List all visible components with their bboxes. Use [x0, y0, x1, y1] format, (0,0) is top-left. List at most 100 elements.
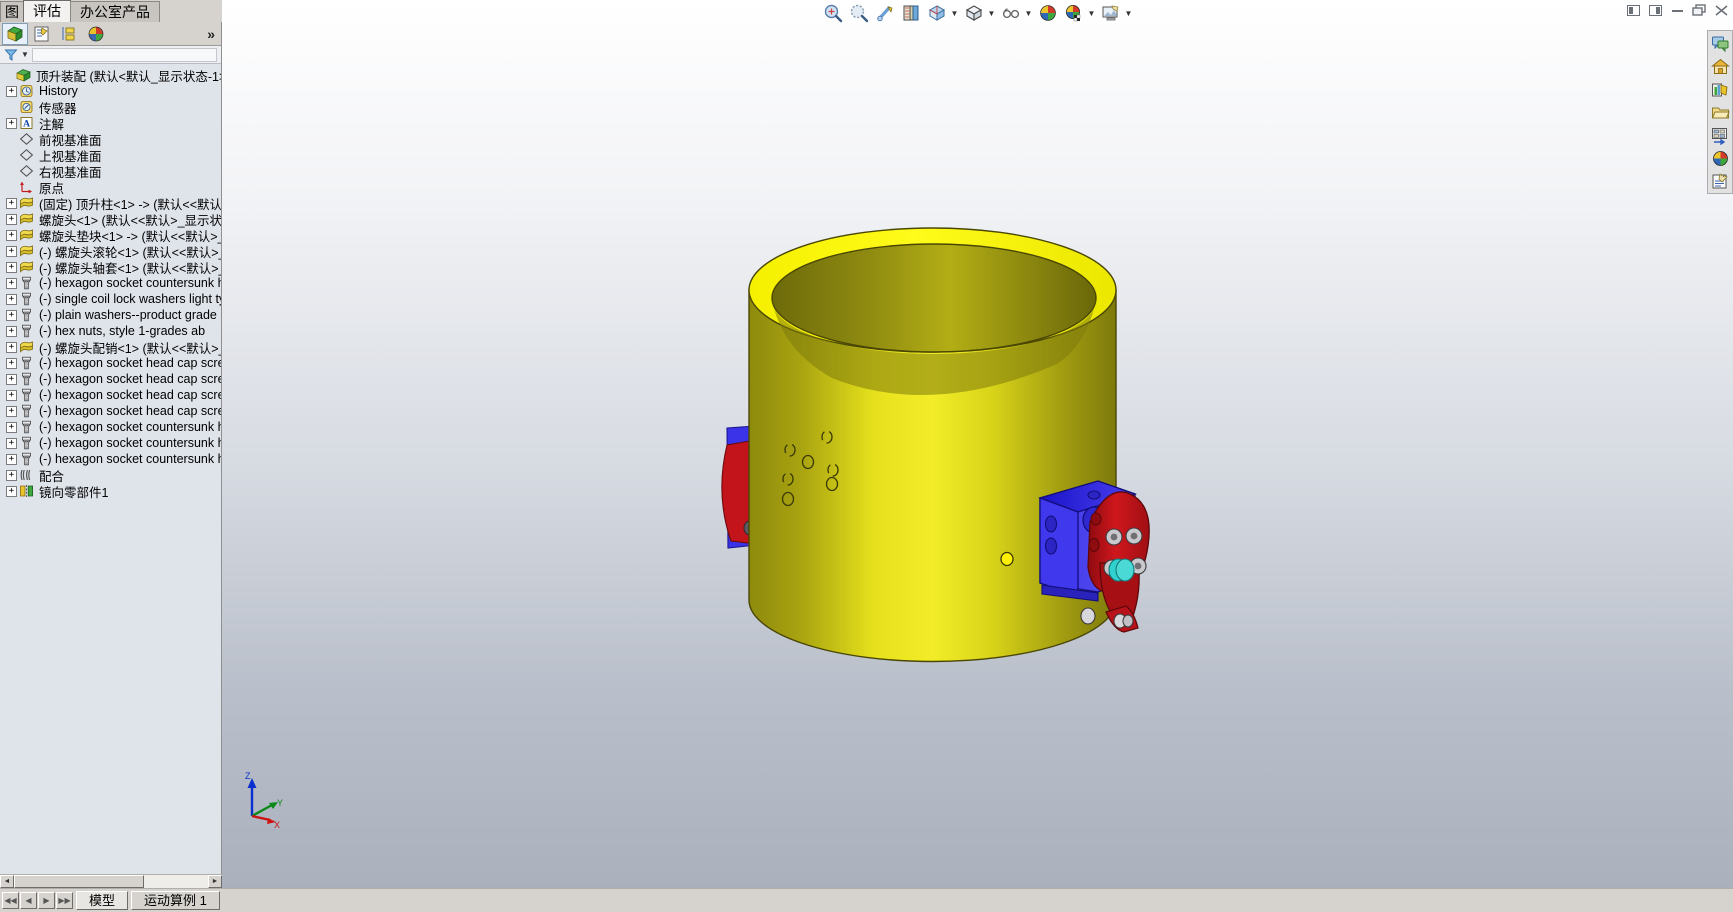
display-style-button[interactable]: ▼	[962, 2, 997, 24]
tree-item[interactable]: + (-) hexagon socket head cap screws	[0, 387, 221, 403]
display-manager-tab[interactable]	[83, 23, 109, 45]
tree-item[interactable]: 上视基准面	[0, 147, 221, 164]
tree-item[interactable]: + (-) hexagon socket countersunk head scr…	[0, 435, 221, 451]
solidworks-resources-button[interactable]	[1709, 32, 1731, 54]
filter-input[interactable]	[31, 47, 217, 62]
tree-expander[interactable]: +	[6, 453, 17, 465]
rotate-view-icon	[873, 2, 897, 24]
first-button[interactable]: ◀◀	[2, 892, 19, 909]
appearances-scenes-button[interactable]	[1709, 147, 1731, 169]
scroll-right-arrow[interactable]: ►	[208, 875, 222, 888]
search-folder-button[interactable]	[1709, 101, 1731, 123]
bolt-icon	[19, 388, 36, 403]
chevron-down-icon[interactable]: ▼	[949, 3, 960, 23]
filter-funnel-icon[interactable]	[4, 48, 18, 62]
tree-expander[interactable]: +	[6, 85, 17, 97]
tree-expander[interactable]: +	[6, 261, 17, 273]
tree-expander[interactable]: +	[6, 117, 17, 129]
chevron-down-icon[interactable]: ▼	[1123, 3, 1134, 23]
scroll-left-arrow[interactable]: ◄	[0, 875, 14, 888]
tree-item[interactable]: 传感器	[0, 99, 221, 116]
graphics-viewport[interactable]: ▼ ▼ ▼ ▼ ▼ Z Y X	[222, 0, 1733, 888]
prev-button[interactable]: ◀	[20, 892, 37, 909]
chevron-down-icon[interactable]: ▼	[1023, 3, 1034, 23]
custom-properties-button[interactable]	[1709, 170, 1731, 192]
tree-expander[interactable]: +	[6, 293, 17, 305]
assembly-model-3d[interactable]	[222, 0, 1733, 888]
tree-item[interactable]: + (-) plain washers--product grade a	[0, 307, 221, 323]
chevron-down-icon[interactable]: ▼	[1086, 3, 1097, 23]
configuration-manager-tab[interactable]	[56, 23, 82, 45]
tree-item[interactable]: 右视基准面	[0, 163, 221, 180]
restore-right-icon[interactable]	[1647, 3, 1663, 17]
tab-evaluate[interactable]: 评估	[23, 0, 71, 22]
property-manager-tab[interactable]	[29, 23, 55, 45]
tree-expander[interactable]: +	[6, 485, 17, 497]
tree-expander[interactable]: +	[6, 309, 17, 321]
bolt-icon	[22, 436, 31, 449]
tree-item[interactable]: + (-) hexagon socket head cap screws	[0, 403, 221, 419]
tree-item[interactable]: + (-) hexagon socket countersunk head scr…	[0, 419, 221, 435]
filter-dropdown-caret[interactable]: ▼	[21, 50, 29, 59]
close-icon[interactable]	[1713, 3, 1729, 17]
tree-expander[interactable]: +	[6, 197, 17, 209]
tree-expander[interactable]: +	[6, 373, 17, 385]
tree-item[interactable]: + (-) hexagon socket countersunk head scr…	[0, 451, 221, 467]
tree-item[interactable]: + 配合	[0, 467, 221, 484]
tab-office-products[interactable]: 办公室产品	[70, 1, 160, 22]
previous-view-button[interactable]	[873, 2, 897, 24]
tree-expander[interactable]: +	[6, 469, 17, 481]
tree-expander[interactable]: +	[6, 325, 17, 337]
toolbar-overflow-chevron[interactable]: »	[207, 26, 215, 42]
chevron-down-icon[interactable]: ▼	[986, 3, 997, 23]
tab-model[interactable]: 模型	[76, 891, 129, 910]
section-view-button[interactable]	[899, 2, 923, 24]
last-button[interactable]: ▶▶	[56, 892, 73, 909]
tree-expander[interactable]: +	[6, 213, 17, 225]
tree-expander[interactable]: +	[6, 421, 17, 433]
next-button[interactable]: ▶	[38, 892, 55, 909]
tree-root-item[interactable]: 顶升装配 (默认<默认_显示状态-1>)	[0, 67, 221, 84]
tree-expander[interactable]: +	[6, 229, 17, 241]
view-palette-button[interactable]	[1709, 124, 1731, 146]
tree-item[interactable]: 前视基准面	[0, 131, 221, 148]
display-pane-button[interactable]: ▼	[1099, 2, 1134, 24]
feature-tree-horizontal-scrollbar[interactable]: ◄ ►	[0, 874, 222, 888]
tree-item[interactable]: + (-) hexagon socket head cap screws	[0, 371, 221, 387]
tree-expander[interactable]: +	[6, 357, 17, 369]
custom-properties-icon	[1712, 172, 1728, 188]
tree-item[interactable]: + (-) hexagon socket countersunk head scr…	[0, 275, 221, 291]
tree-item[interactable]: + (-) hexagon socket head cap screws	[0, 355, 221, 371]
minimize-icon[interactable]	[1669, 3, 1685, 17]
tree-item[interactable]: + (-) 螺旋头轴套<1> (默认<<默认>_显示状态1>)	[0, 259, 221, 276]
tree-item[interactable]: + (-) single coil lock washers light type	[0, 291, 221, 307]
command-manager-tabs: 图 评估 办公室产品	[0, 0, 222, 22]
view-orientation-button[interactable]: ▼	[925, 2, 960, 24]
hide-show-items-button[interactable]: ▼	[999, 2, 1034, 24]
tree-expander[interactable]: +	[6, 277, 17, 289]
restore-icon[interactable]	[1691, 3, 1707, 17]
view-settings-button[interactable]: ▼	[1062, 2, 1097, 24]
scrollbar-thumb[interactable]	[14, 875, 144, 888]
tab-tu[interactable]: 图	[0, 1, 24, 22]
tab-motion-study[interactable]: 运动算例 1	[131, 891, 220, 910]
tree-item[interactable]: + History	[0, 83, 221, 99]
tree-expander[interactable]: +	[6, 389, 17, 401]
restore-left-icon[interactable]	[1625, 3, 1641, 17]
tree-expander[interactable]: +	[6, 437, 17, 449]
zoom-to-fit-button[interactable]	[821, 2, 845, 24]
tree-expander[interactable]: +	[6, 341, 17, 353]
tree-expander[interactable]: +	[6, 405, 17, 417]
tree-item[interactable]: + (-) 螺旋头配销<1> (默认<<默认>_显示状态1>)	[0, 339, 221, 356]
apply-scene-button[interactable]	[1036, 2, 1060, 24]
scrollbar-track[interactable]	[14, 875, 208, 888]
feature-manager-design-tree-tab[interactable]	[2, 22, 28, 45]
tree-item[interactable]: + A 注解	[0, 115, 221, 132]
mirror-icon	[19, 484, 36, 499]
tree-expander[interactable]: +	[6, 245, 17, 257]
feature-tree[interactable]: 顶升装配 (默认<默认_显示状态-1>) + History 传感器 + A 注解 前视基准面…	[0, 64, 221, 876]
zoom-to-area-button[interactable]	[847, 2, 871, 24]
design-library-button[interactable]	[1709, 55, 1731, 77]
tree-item[interactable]: + 镜向零部件1	[0, 483, 221, 500]
file-explorer-button[interactable]	[1709, 78, 1731, 100]
